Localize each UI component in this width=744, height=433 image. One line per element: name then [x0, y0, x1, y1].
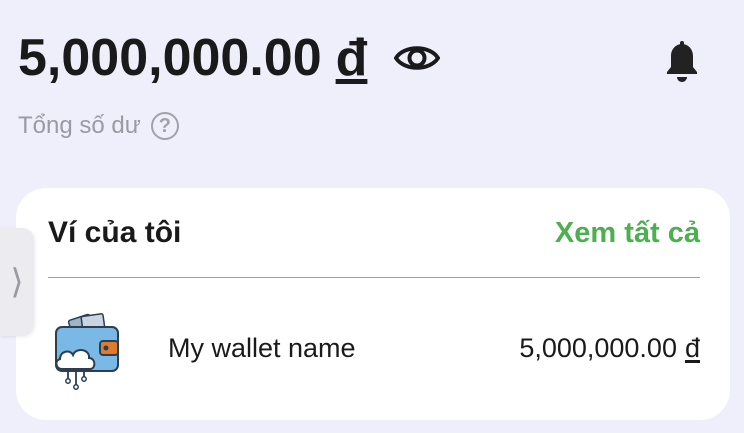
divider [48, 277, 700, 278]
cloud-wallet-icon [48, 303, 128, 393]
bell-icon[interactable] [658, 38, 706, 86]
wallet-balance: 5,000,000.00 đ [519, 333, 700, 364]
eye-icon[interactable] [393, 34, 441, 82]
wallet-balance-amount: 5,000,000.00 [519, 332, 677, 363]
currency-symbol: đ [335, 29, 368, 87]
card-title: Ví của tôi [48, 216, 182, 249]
my-wallets-card: Ví của tôi Xem tất cả My wallet name 5,0… [16, 188, 730, 420]
total-balance-label: Tổng số dư [18, 112, 141, 139]
view-all-link[interactable]: Xem tất cả [555, 217, 700, 250]
question-circle-icon[interactable]: ? [150, 112, 179, 140]
wallet-currency-symbol: đ [684, 332, 700, 363]
chevron-right-icon: ⟩ [10, 263, 24, 301]
balance-header: 5,000,000.00 đ [18, 28, 441, 88]
total-balance: 5,000,000.00 [18, 29, 322, 87]
wallet-list-item[interactable]: My wallet name 5,000,000.00 đ [48, 300, 700, 396]
side-drawer-handle[interactable]: ⟩ [0, 228, 34, 336]
card-header: Ví của tôi Xem tất cả [48, 216, 700, 250]
wallet-name: My wallet name [168, 332, 356, 363]
total-balance-label-row: Tổng số dư ? [18, 112, 179, 140]
